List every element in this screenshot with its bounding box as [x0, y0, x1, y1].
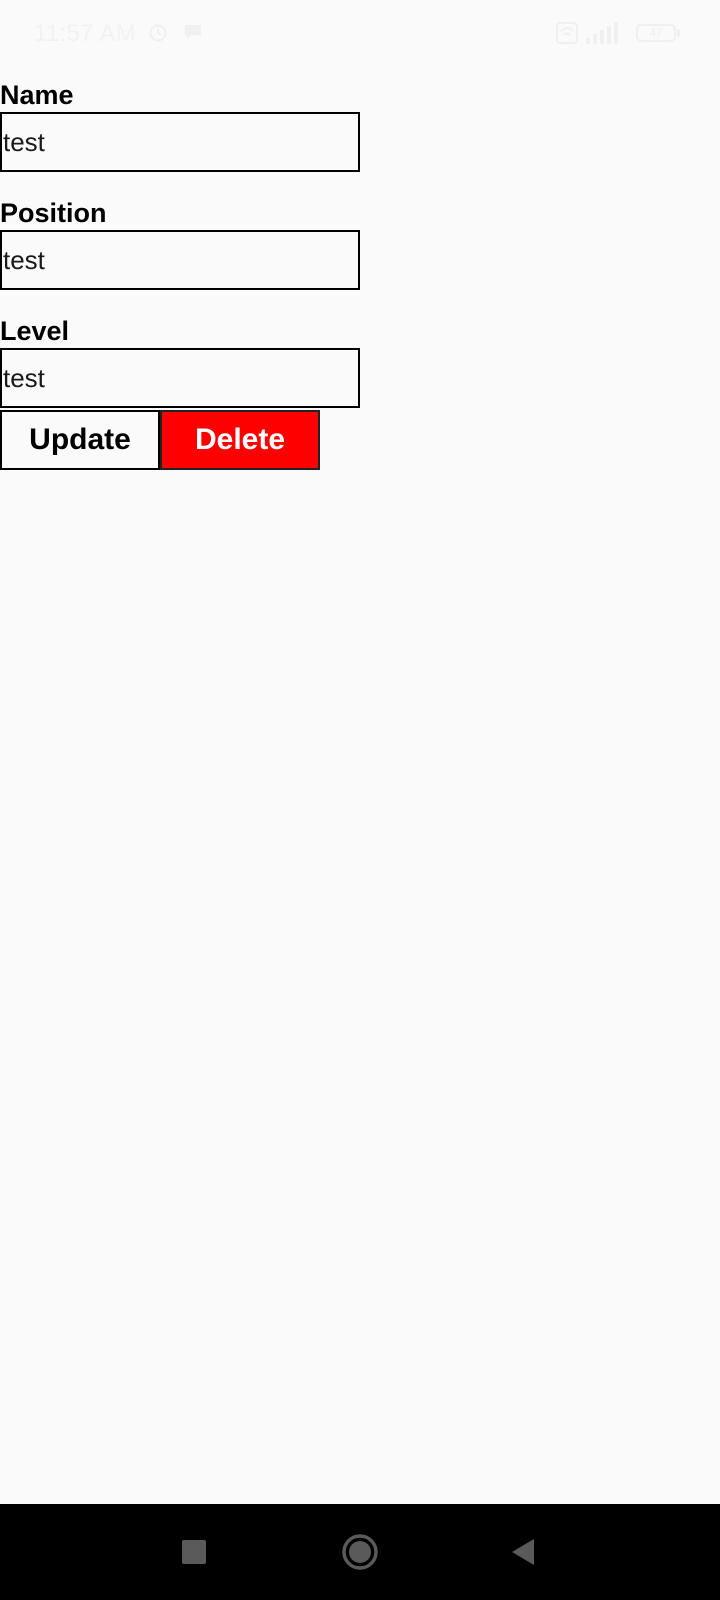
- wifi-box-icon: [556, 22, 578, 44]
- chat-bubble-icon: [185, 25, 201, 39]
- update-button[interactable]: Update: [0, 410, 160, 470]
- alarm-icon: [149, 24, 167, 42]
- battery-level: 47: [649, 26, 663, 40]
- battery-icon: 47: [636, 24, 682, 44]
- level-label: Level: [0, 316, 70, 346]
- delete-button[interactable]: Delete: [160, 410, 320, 470]
- name-field[interactable]: test: [0, 112, 360, 172]
- level-field[interactable]: test: [0, 348, 360, 408]
- position-label: Position: [0, 198, 107, 228]
- status-bar: 11:57 AM 47: [0, 0, 720, 70]
- recents-square-icon[interactable]: [172, 1530, 216, 1574]
- navigation-bar: [0, 1504, 720, 1600]
- home-circle-icon[interactable]: [338, 1530, 382, 1574]
- signal-icon: [586, 22, 618, 44]
- name-label: Name: [0, 80, 74, 110]
- position-field[interactable]: test: [0, 230, 360, 290]
- back-triangle-icon[interactable]: [502, 1530, 546, 1574]
- status-time: 11:57 AM: [34, 20, 137, 47]
